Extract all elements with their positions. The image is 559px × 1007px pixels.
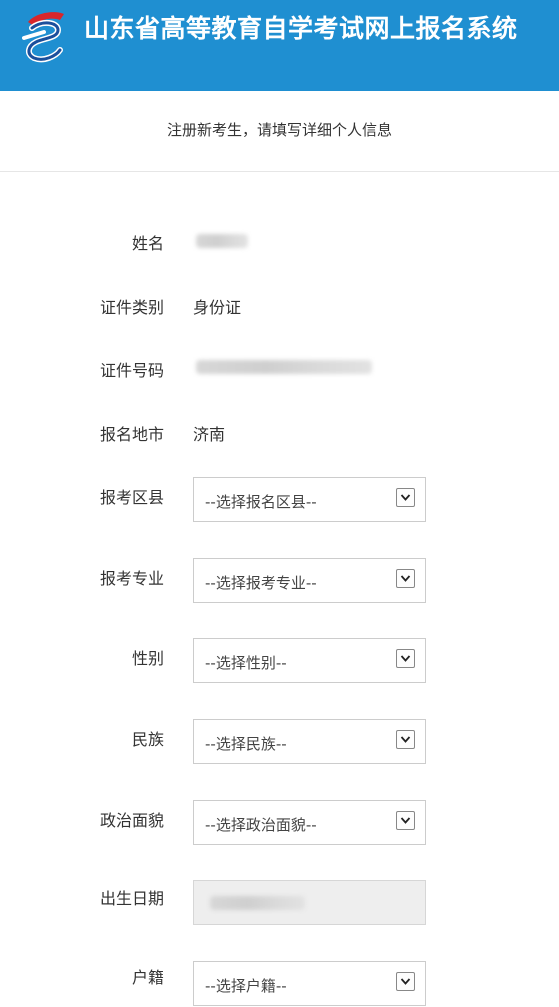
gender-label: 性别 — [131, 649, 164, 668]
major-label: 报考专业 — [99, 569, 164, 588]
ethnicity-select-text: --选择民族-- — [205, 735, 287, 753]
chevron-down-icon[interactable] — [396, 730, 415, 749]
birth-date-label: 出生日期 — [99, 889, 164, 908]
row-birth-date: 出生日期 — [0, 880, 559, 926]
gender-select[interactable]: --选择性别-- — [193, 638, 426, 683]
row-name: 姓名 — [0, 230, 559, 276]
id-type-value: 身份证 — [193, 298, 242, 317]
logo-icon — [22, 12, 64, 63]
major-select-text: --选择报考专业-- — [205, 574, 317, 592]
row-political-status: 政治面貌 --选择政治面貌-- — [0, 800, 559, 846]
gender-select-text: --选择性别-- — [205, 654, 287, 672]
header-bar: 山东省高等教育自学考试网上报名系统 — [0, 0, 559, 91]
row-id-number: 证件号码 — [0, 357, 559, 403]
political-status-select[interactable]: --选择政治面貌-- — [193, 800, 426, 845]
chevron-down-icon[interactable] — [396, 649, 415, 668]
district-select-text: --选择报名区县-- — [205, 493, 317, 511]
ethnicity-select[interactable]: --选择民族-- — [193, 719, 426, 764]
district-select[interactable]: --选择报名区县-- — [193, 477, 426, 522]
row-city: 报名地市 济南 — [0, 421, 559, 467]
name-value-redacted — [196, 234, 248, 248]
row-id-type: 证件类别 身份证 — [0, 294, 559, 340]
row-ethnicity: 民族 --选择民族-- — [0, 719, 559, 765]
id-number-value-redacted — [196, 360, 372, 374]
row-gender: 性别 --选择性别-- — [0, 638, 559, 684]
household-select-text: --选择户籍-- — [205, 977, 287, 995]
ethnicity-label: 民族 — [131, 730, 164, 749]
chevron-down-icon[interactable] — [396, 811, 415, 830]
birth-date-input[interactable] — [193, 880, 426, 925]
instructions-text: 注册新考生，请填写详细个人信息 — [166, 121, 392, 139]
form-instructions: 注册新考生，请填写详细个人信息 — [0, 91, 559, 172]
city-value: 济南 — [193, 425, 226, 444]
household-label: 户籍 — [131, 968, 164, 987]
chevron-down-icon[interactable] — [396, 569, 415, 588]
political-status-select-text: --选择政治面貌-- — [205, 816, 317, 834]
political-status-label: 政治面貌 — [99, 811, 164, 830]
row-district: 报考区县 --选择报名区县-- — [0, 477, 559, 523]
name-label: 姓名 — [131, 234, 164, 253]
household-select[interactable]: --选择户籍-- — [193, 961, 426, 1006]
id-number-label: 证件号码 — [99, 361, 164, 380]
major-select[interactable]: --选择报考专业-- — [193, 558, 426, 603]
site-title: 山东省高等教育自学考试网上报名系统 — [84, 14, 518, 43]
id-type-label: 证件类别 — [99, 298, 164, 317]
birth-date-value-redacted — [210, 896, 305, 910]
row-major: 报考专业 --选择报考专业-- — [0, 558, 559, 604]
chevron-down-icon[interactable] — [396, 972, 415, 991]
district-label: 报考区县 — [99, 488, 164, 507]
chevron-down-icon[interactable] — [396, 488, 415, 507]
city-label: 报名地市 — [99, 425, 164, 444]
row-household: 户籍 --选择户籍-- — [0, 961, 559, 1007]
